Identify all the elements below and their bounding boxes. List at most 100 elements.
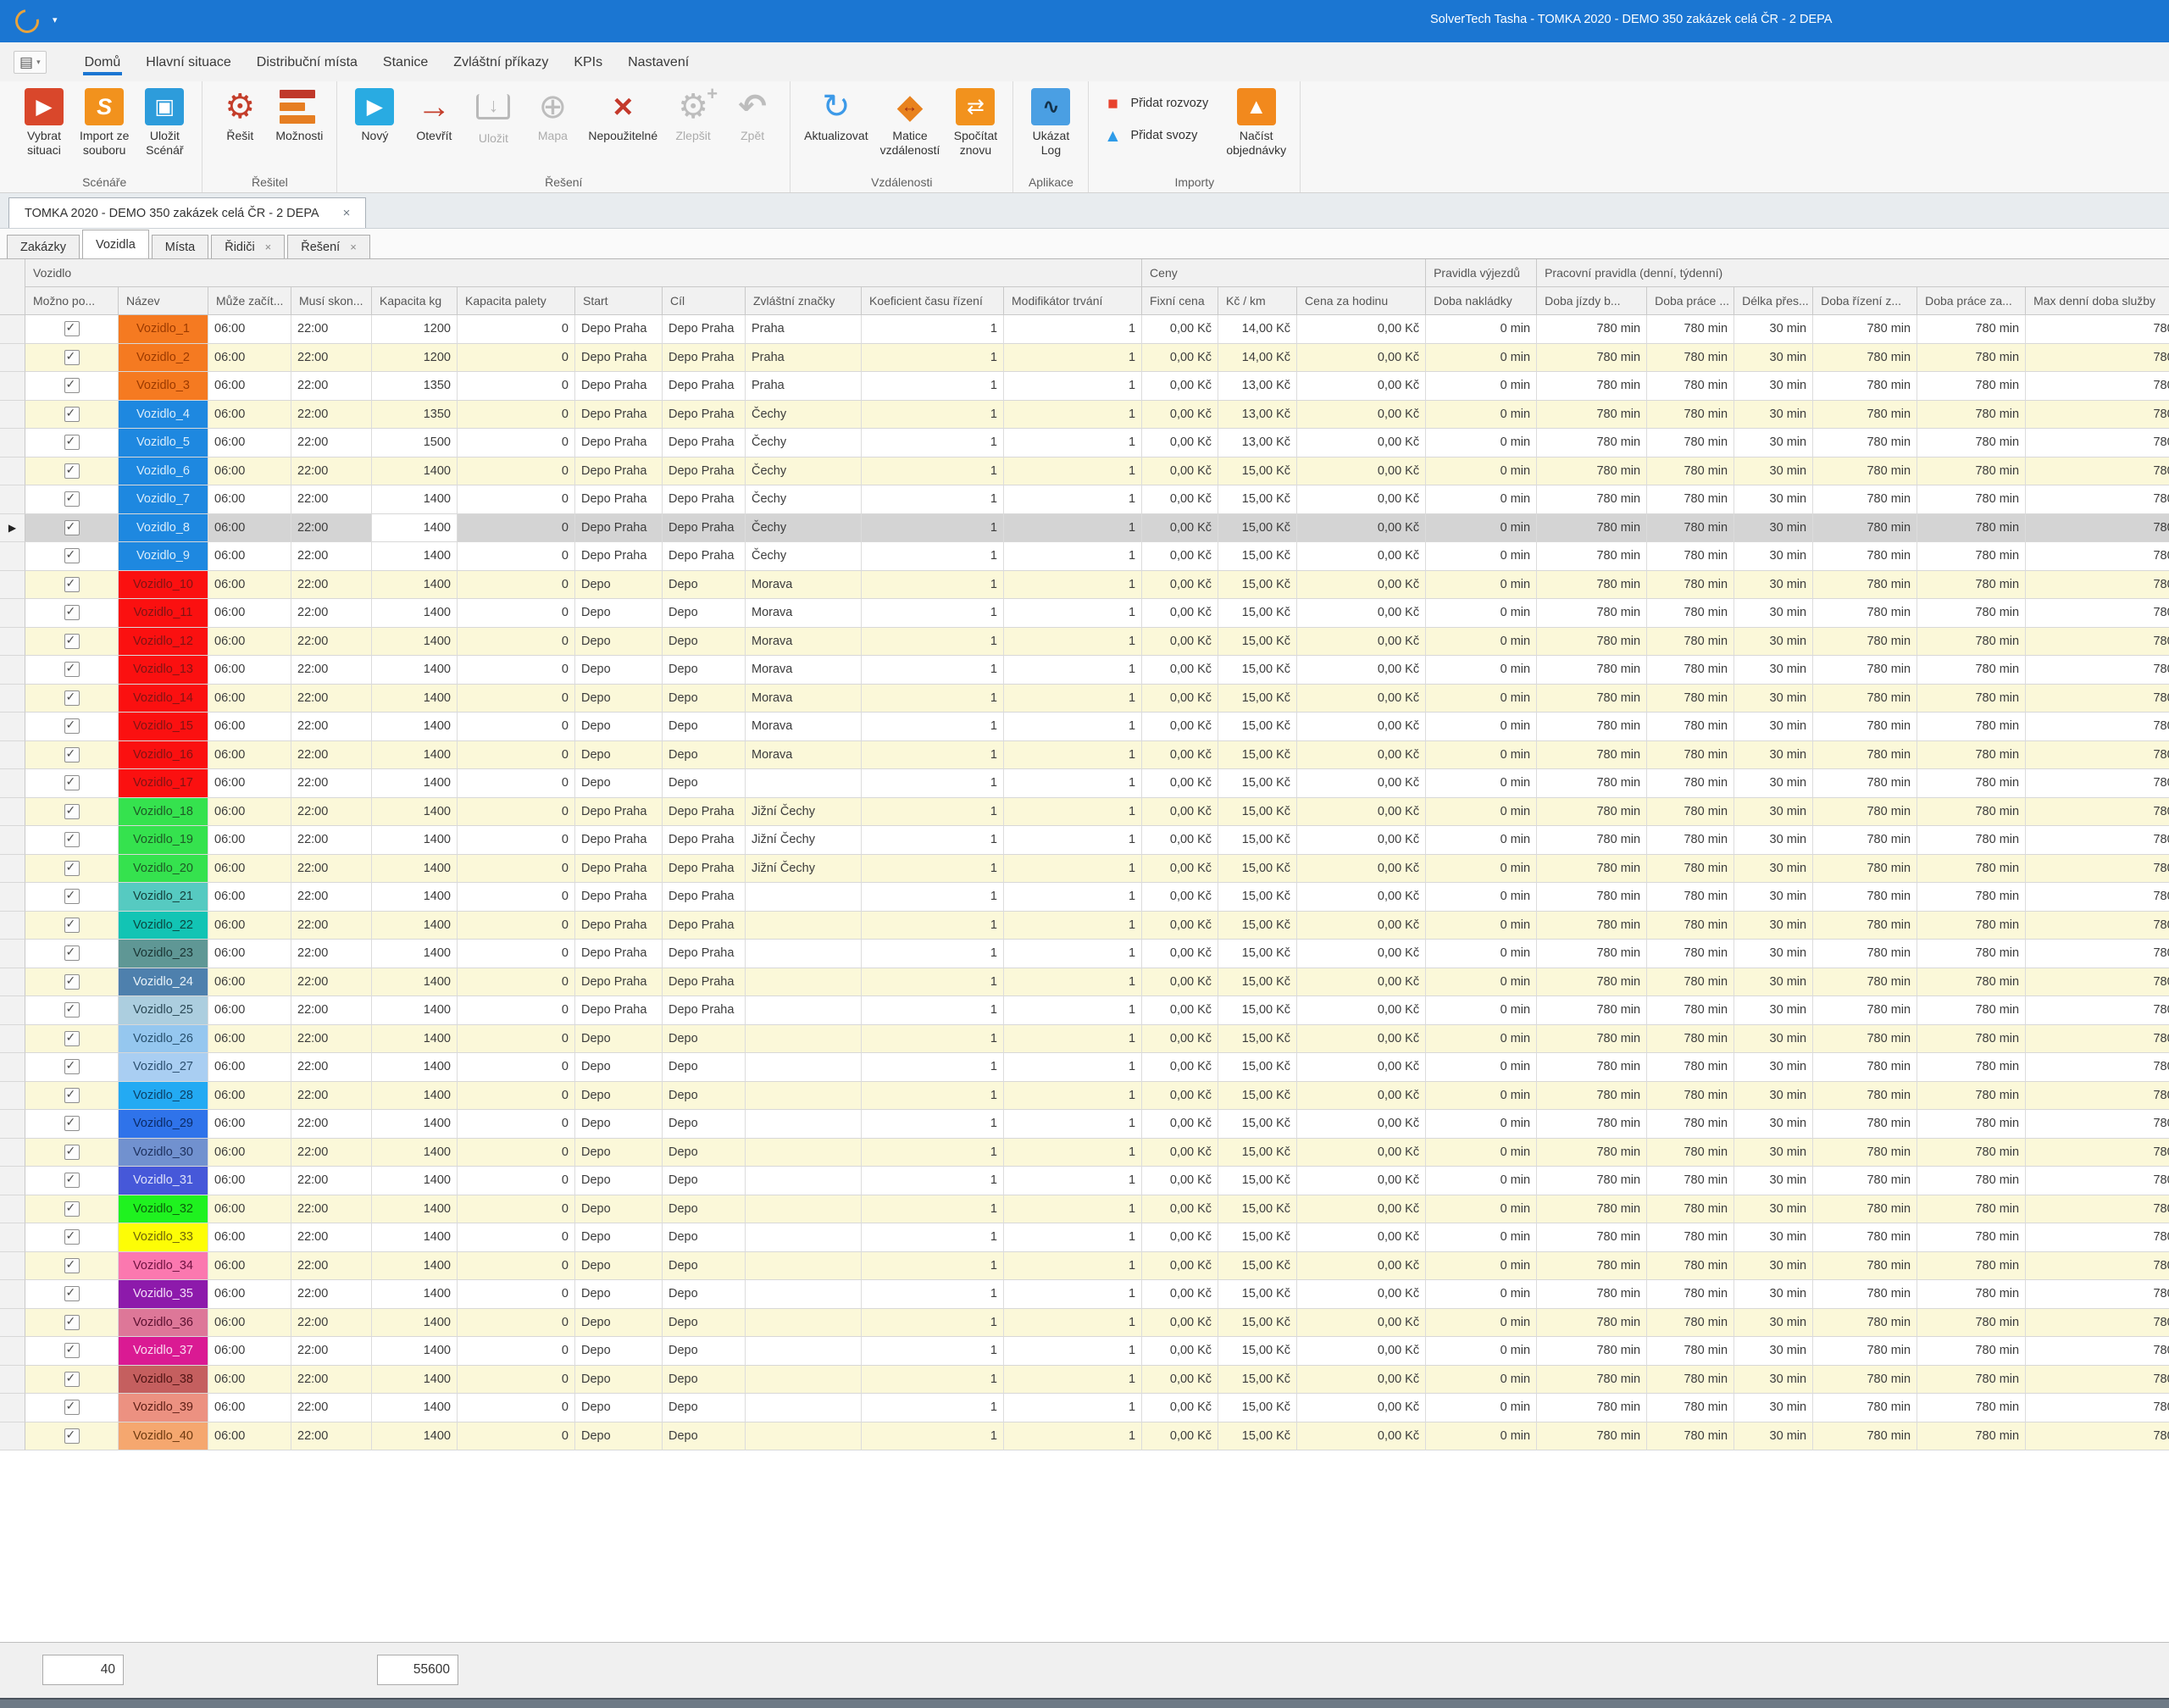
cell-musi_skoncit[interactable]: 22:00 [291, 1053, 372, 1082]
cell-doba_jizdy[interactable]: 780 min [1537, 372, 1647, 401]
cell-kc_km[interactable]: 13,00 Kč [1218, 372, 1297, 401]
cell-cil[interactable]: Depo Praha [663, 883, 746, 912]
cell-cena_za_hodinu[interactable]: 0,00 Kč [1297, 542, 1426, 571]
cell-cil[interactable]: Depo [663, 769, 746, 798]
ribbon-tab-zvl-tn-p-kazy[interactable]: Zvláštní příkazy [441, 46, 561, 78]
row-checkbox[interactable] [64, 1173, 80, 1188]
cell-cena_za_hodinu[interactable]: 0,00 Kč [1297, 1110, 1426, 1139]
cell-nazev[interactable]: Vozidlo_31 [119, 1167, 208, 1195]
cell-modifikator[interactable]: 1 [1004, 940, 1142, 968]
cell-muze_zacit[interactable]: 06:00 [208, 912, 291, 940]
cell-musi_skoncit[interactable]: 22:00 [291, 769, 372, 798]
cell-doba_nakladky[interactable]: 0 min [1426, 713, 1537, 741]
cell-start[interactable]: Depo [575, 599, 663, 628]
cell-koeficient[interactable]: 1 [862, 1053, 1004, 1082]
cell-doba_prace[interactable]: 780 min [1647, 571, 1734, 600]
cell-kc_km[interactable]: 15,00 Kč [1218, 1110, 1297, 1139]
row-selector[interactable] [0, 656, 25, 685]
ribbon-menu-button[interactable]: ▤ ▾ [14, 51, 47, 74]
cell-muze_zacit[interactable]: 06:00 [208, 485, 291, 514]
row-selector[interactable] [0, 996, 25, 1025]
cell-mozno[interactable] [25, 429, 119, 458]
sheet-tab-m-sta[interactable]: Místa [152, 235, 208, 258]
cell-nazev[interactable]: Vozidlo_6 [119, 458, 208, 486]
cell-delka_prestavky[interactable]: 30 min [1734, 571, 1813, 600]
cell-kapacita_palety[interactable]: 0 [458, 883, 575, 912]
cell-doba_rizeni[interactable]: 780 min [1813, 1025, 1917, 1054]
cell-nazev[interactable]: Vozidlo_39 [119, 1394, 208, 1422]
cell-start[interactable]: Depo Praha [575, 883, 663, 912]
cell-kapacita_palety[interactable]: 0 [458, 769, 575, 798]
row-checkbox[interactable] [64, 1400, 80, 1415]
cell-doba_nakladky[interactable]: 0 min [1426, 628, 1537, 657]
row-selector[interactable] [0, 1280, 25, 1309]
cell-modifikator[interactable]: 1 [1004, 485, 1142, 514]
cell-doba_rizeni[interactable]: 780 min [1813, 826, 1917, 855]
cell-znacky[interactable]: Morava [746, 628, 862, 657]
cell-doba_nakladky[interactable]: 0 min [1426, 1139, 1537, 1167]
cell-doba_prace[interactable]: 780 min [1647, 542, 1734, 571]
cell-kapacita_palety[interactable]: 0 [458, 1025, 575, 1054]
cell-znacky[interactable]: Praha [746, 372, 862, 401]
row-checkbox[interactable] [64, 974, 80, 990]
cell-start[interactable]: Depo [575, 1252, 663, 1281]
cell-delka_prestavky[interactable]: 30 min [1734, 1422, 1813, 1451]
cell-koeficient[interactable]: 1 [862, 458, 1004, 486]
cell-doba_rizeni[interactable]: 780 min [1813, 514, 1917, 543]
cell-doba_jizdy[interactable]: 780 min [1537, 344, 1647, 373]
cell-start[interactable]: Depo [575, 713, 663, 741]
cell-nazev[interactable]: Vozidlo_17 [119, 769, 208, 798]
row-checkbox[interactable] [64, 1088, 80, 1103]
cell-doba_prace_za[interactable]: 780 min [1917, 912, 2026, 940]
cell-doba_nakladky[interactable]: 0 min [1426, 344, 1537, 373]
sheet-tab-idi-i[interactable]: Řidiči× [211, 235, 285, 258]
cell-kc_km[interactable]: 15,00 Kč [1218, 514, 1297, 543]
cell-doba_prace[interactable]: 780 min [1647, 485, 1734, 514]
row-selector[interactable] [0, 628, 25, 657]
cell-max_denni_doba[interactable]: 780 min [2026, 628, 2169, 657]
cell-doba_prace_za[interactable]: 780 min [1917, 1337, 2026, 1366]
cell-koeficient[interactable]: 1 [862, 1252, 1004, 1281]
cell-koeficient[interactable]: 1 [862, 996, 1004, 1025]
cell-doba_prace_za[interactable]: 780 min [1917, 628, 2026, 657]
cell-kc_km[interactable]: 15,00 Kč [1218, 628, 1297, 657]
column-header-modifikator[interactable]: Modifikátor trvání [1004, 287, 1142, 315]
ribbon-button-matice-vzdalenosti[interactable]: ◆Maticevzdáleností [874, 86, 946, 160]
column-header-mozno[interactable]: Možno po... [25, 287, 119, 315]
cell-doba_rizeni[interactable]: 780 min [1813, 713, 1917, 741]
cell-start[interactable]: Depo Praha [575, 826, 663, 855]
close-icon[interactable]: × [265, 241, 272, 253]
row-checkbox[interactable] [64, 435, 80, 450]
cell-kapacita_palety[interactable]: 0 [458, 996, 575, 1025]
cell-modifikator[interactable]: 1 [1004, 1422, 1142, 1451]
cell-doba_prace_za[interactable]: 780 min [1917, 1025, 2026, 1054]
column-header-kapacita_palety[interactable]: Kapacita palety [458, 287, 575, 315]
cell-cil[interactable]: Depo [663, 1082, 746, 1111]
cell-fixni_cena[interactable]: 0,00 Kč [1142, 542, 1218, 571]
row-selector[interactable] [0, 1309, 25, 1338]
cell-doba_prace_za[interactable]: 780 min [1917, 1195, 2026, 1224]
cell-doba_jizdy[interactable]: 780 min [1537, 1195, 1647, 1224]
cell-doba_prace_za[interactable]: 780 min [1917, 1110, 2026, 1139]
cell-musi_skoncit[interactable]: 22:00 [291, 1082, 372, 1111]
cell-delka_prestavky[interactable]: 30 min [1734, 1110, 1813, 1139]
cell-mozno[interactable] [25, 1394, 119, 1422]
cell-muze_zacit[interactable]: 06:00 [208, 628, 291, 657]
cell-musi_skoncit[interactable]: 22:00 [291, 1195, 372, 1224]
cell-cena_za_hodinu[interactable]: 0,00 Kč [1297, 968, 1426, 997]
cell-doba_rizeni[interactable]: 780 min [1813, 628, 1917, 657]
cell-cena_za_hodinu[interactable]: 0,00 Kč [1297, 458, 1426, 486]
cell-doba_prace_za[interactable]: 780 min [1917, 344, 2026, 373]
row-checkbox[interactable] [64, 1428, 80, 1444]
cell-kc_km[interactable]: 15,00 Kč [1218, 599, 1297, 628]
cell-modifikator[interactable]: 1 [1004, 514, 1142, 543]
cell-nazev[interactable]: Vozidlo_8 [119, 514, 208, 543]
cell-koeficient[interactable]: 1 [862, 599, 1004, 628]
cell-mozno[interactable] [25, 485, 119, 514]
cell-cil[interactable]: Depo [663, 1280, 746, 1309]
cell-doba_prace_za[interactable]: 780 min [1917, 656, 2026, 685]
cell-kc_km[interactable]: 15,00 Kč [1218, 741, 1297, 770]
cell-doba_prace[interactable]: 780 min [1647, 429, 1734, 458]
cell-doba_jizdy[interactable]: 780 min [1537, 1025, 1647, 1054]
cell-doba_prace_za[interactable]: 780 min [1917, 798, 2026, 827]
